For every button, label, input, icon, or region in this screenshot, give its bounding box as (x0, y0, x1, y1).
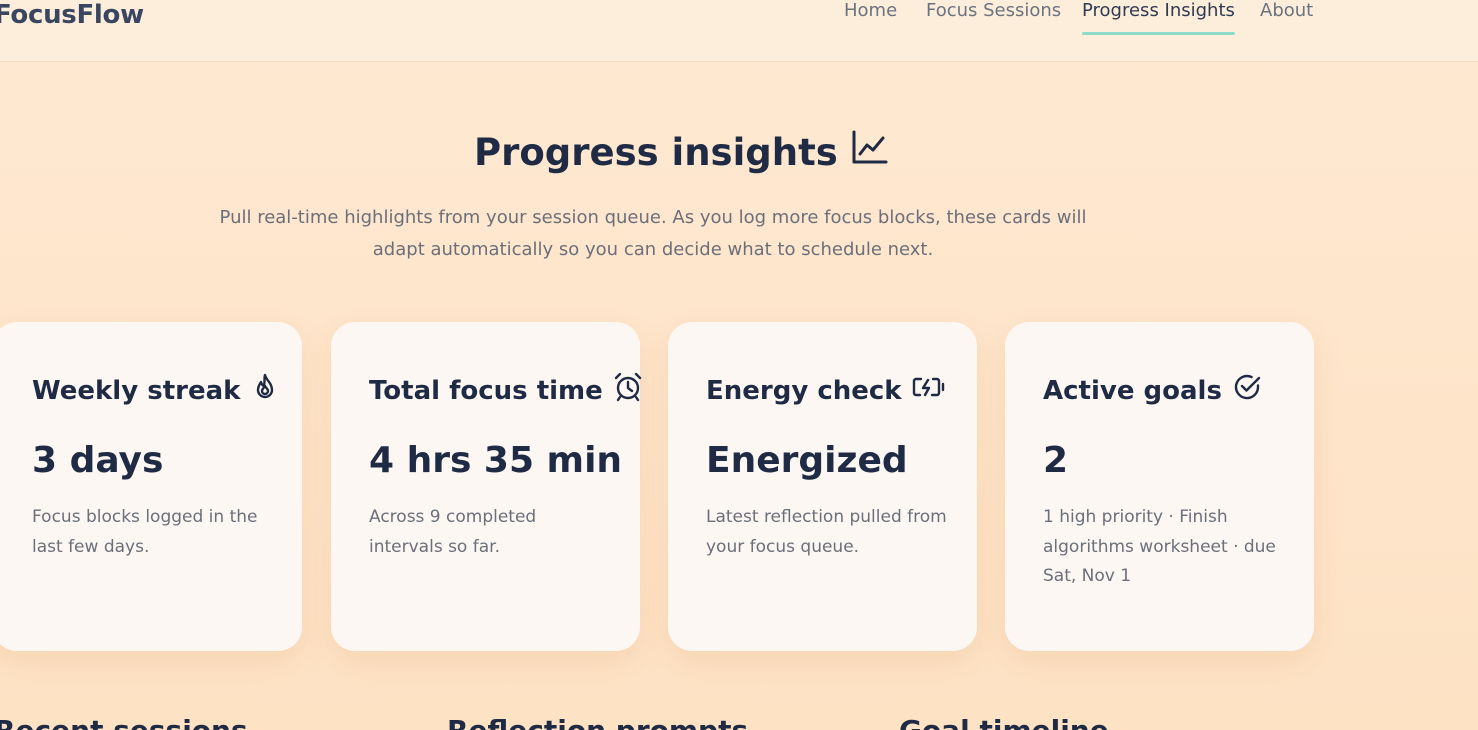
page: FocusFlow Home Focus Sessions Progress I… (0, 0, 1478, 730)
nav-focus-sessions[interactable]: Focus Sessions (926, 0, 1061, 21)
card-value: 3 days (32, 440, 164, 481)
goal-timeline-heading: Goal timeline (899, 714, 1109, 730)
card-title: Weekly streak (32, 372, 280, 409)
chart-line-icon (850, 128, 890, 177)
card-title: Total focus time (369, 372, 643, 409)
card-title: Active goals (1043, 372, 1262, 409)
top-navigation-bar: FocusFlow Home Focus Sessions Progress I… (0, 0, 1478, 62)
card-description: Latest reflection pulled from your focus… (706, 507, 947, 557)
flame-icon (250, 372, 280, 409)
card-value: 4 hrs 35 min (369, 440, 623, 481)
reflection-prompts-heading: Reflection prompts (447, 714, 748, 730)
card-description: Across 9 completed intervals so far. (369, 507, 537, 557)
card-title-text: Total focus time (369, 375, 603, 406)
battery-charging-icon (912, 372, 946, 409)
page-title-text: Progress insights (474, 131, 838, 174)
recent-sessions-heading: Recent sessions (0, 714, 248, 730)
card-title: Energy check (706, 372, 946, 409)
card-description: 1 high priority · Finish algorithms work… (1043, 507, 1276, 586)
active-tab-indicator (1082, 32, 1235, 35)
weekly-streak-card: Weekly streak 3 days Focus blocks logged… (0, 322, 302, 651)
card-value: Energized (706, 440, 908, 481)
page-subtitle: Pull real-time highlights from your sess… (219, 207, 1087, 260)
card-title-text: Weekly streak (32, 375, 241, 406)
energy-check-card: Energy check Energized Latest reflection… (668, 322, 977, 651)
total-focus-time-card: Total focus time 4 hrs 35 min Across 9 c… (331, 322, 643, 651)
card-value: 2 (1043, 440, 1069, 481)
nav-home[interactable]: Home (844, 0, 897, 21)
page-title: Progress insights (474, 128, 890, 177)
active-goals-card: Active goals 2 1 high priority · Finish … (1005, 322, 1314, 651)
brand-logo[interactable]: FocusFlow (0, 0, 144, 30)
nav-about[interactable]: About (1260, 0, 1313, 21)
nav-progress-insights-label: Progress Insights (1082, 0, 1235, 21)
card-title-text: Active goals (1043, 375, 1222, 406)
card-title-text: Energy check (706, 375, 902, 406)
card-description: Focus blocks logged in the last few days… (32, 507, 258, 557)
nav-progress-insights[interactable]: Progress Insights (1082, 0, 1235, 35)
alarm-clock-icon (613, 372, 643, 409)
check-circle-icon (1232, 372, 1262, 409)
